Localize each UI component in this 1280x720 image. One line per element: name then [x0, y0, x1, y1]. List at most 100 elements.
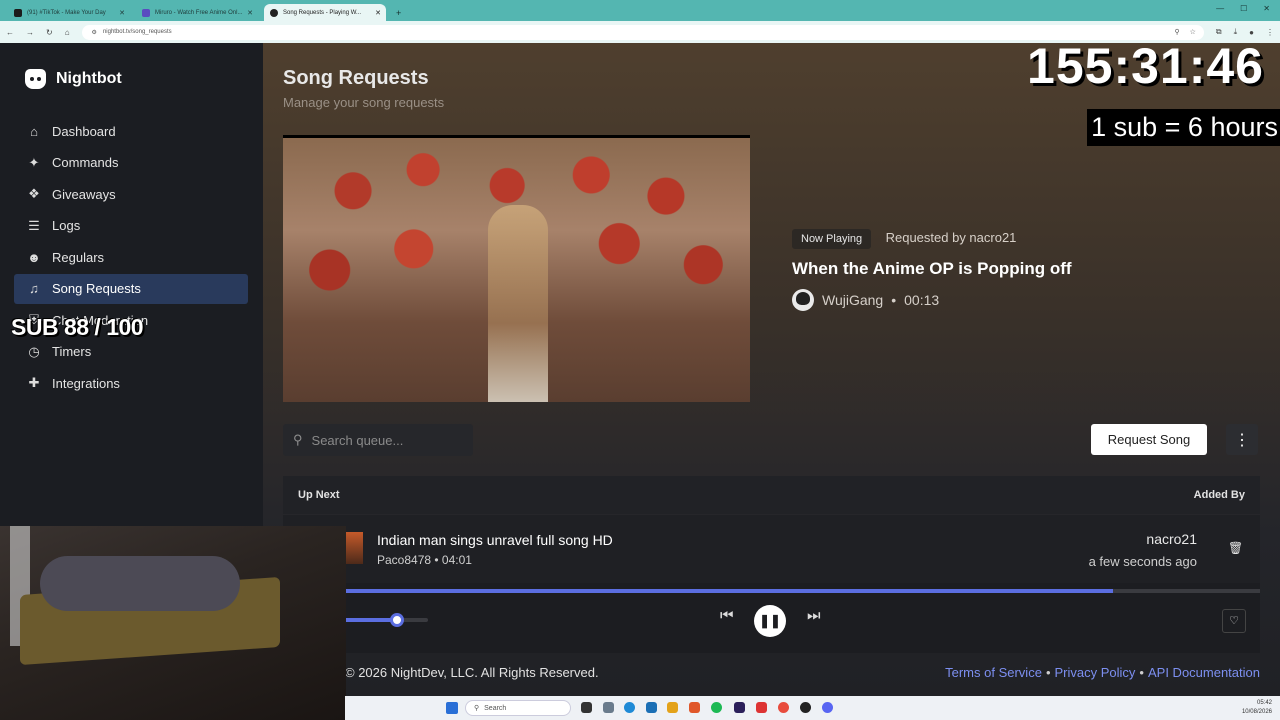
playback-progress-bar[interactable]	[343, 589, 1260, 593]
extensions-icon[interactable]: ⧉	[1216, 27, 1222, 37]
close-tab-icon[interactable]: ✕	[247, 9, 253, 17]
added-by-header: Added By	[1193, 489, 1245, 501]
channel-avatar	[792, 289, 814, 311]
miruro-favicon-icon	[142, 8, 150, 17]
volume-handle[interactable]	[390, 613, 405, 627]
site-info-icon[interactable]: ⚙	[92, 29, 97, 36]
privacy-link[interactable]: Privacy Policy	[1055, 665, 1136, 680]
task-view-icon[interactable]	[581, 702, 592, 713]
gift-icon: ❖	[28, 186, 40, 201]
pause-button[interactable]: ❚❚	[754, 605, 786, 637]
page-title: Song Requests	[283, 67, 429, 89]
downloads-icon[interactable]: ⤓	[1234, 27, 1238, 37]
file-explorer-icon[interactable]	[667, 702, 678, 713]
spotify-icon[interactable]	[711, 702, 722, 713]
sidebar-item-integrations[interactable]: ✚ Integrations	[14, 368, 248, 398]
maximize-icon[interactable]: ☐	[1240, 4, 1247, 13]
profile-icon[interactable]: ●	[1249, 28, 1254, 37]
bookmark-star-icon[interactable]: ☆	[1190, 28, 1196, 36]
chrome-icon[interactable]	[778, 702, 789, 713]
users-icon: ☻	[27, 249, 41, 265]
sidebar-item-label: Timers	[52, 344, 92, 359]
sidebar-item-label: Commands	[52, 155, 119, 170]
queue-search: ⚲	[283, 424, 473, 456]
main-content: Song Requests Manage your song requests …	[263, 38, 1280, 696]
clock-time: 05:42	[1256, 700, 1272, 706]
browser-tab-song-requests[interactable]: Song Requests - Playing W... ✕	[264, 4, 386, 21]
sidebar-item-commands[interactable]: ✦ Commands	[14, 148, 248, 178]
zoom-icon[interactable]: ⚲	[1174, 28, 1179, 36]
page-subtitle: Manage your song requests	[283, 95, 445, 110]
sidebar-item-label: Logs	[52, 218, 81, 233]
browser-tab-tiktok[interactable]: (91) #TikTok - Make Your Day ✕	[8, 4, 130, 21]
next-track-icon[interactable]: ⏭	[807, 607, 821, 624]
link-separator: •	[1045, 665, 1051, 680]
taskbar-clock: 05:42 10/08/2026	[1242, 699, 1272, 717]
video-player[interactable]	[283, 135, 750, 402]
sidebar-item-regulars[interactable]: ☻ Regulars	[14, 242, 248, 272]
url-text: nightbot.tv/song_requests	[102, 29, 172, 35]
forward-icon[interactable]: →	[26, 28, 34, 37]
previous-track-icon[interactable]: ⏮	[720, 607, 734, 624]
reload-icon[interactable]: ↻	[46, 28, 53, 37]
windows-start-icon[interactable]	[446, 702, 458, 714]
home-browser-icon[interactable]: ⌂	[65, 28, 70, 37]
search-input[interactable]	[311, 432, 462, 448]
close-tab-icon[interactable]: ✕	[119, 9, 125, 17]
song-meta: Paco8478 • 04:01	[377, 553, 472, 567]
heart-icon[interactable]: ♡	[1222, 609, 1246, 633]
minimize-icon[interactable]: —	[1216, 4, 1224, 13]
app-icon[interactable]	[756, 702, 767, 713]
store-icon[interactable]	[646, 702, 657, 713]
channel-name[interactable]: WujiGang	[822, 292, 883, 308]
terms-link[interactable]: Terms of Service	[945, 665, 1042, 680]
more-options-icon[interactable]: ⋮	[1226, 424, 1258, 455]
list-icon: ☰	[28, 217, 40, 233]
new-tab-icon[interactable]: +	[396, 8, 401, 18]
sidebar-item-logs[interactable]: ☰ Logs	[14, 211, 248, 241]
sidebar-item-label: Song Requests	[52, 281, 141, 296]
sidebar-item-song-requests[interactable]: ♫ Song Requests	[14, 273, 248, 304]
queue-header: Up Next Added By	[283, 476, 1260, 514]
playback-progress-fill	[343, 589, 1114, 593]
requested-by: Requested by nacro21	[885, 230, 1017, 245]
sidebar-item-giveaways[interactable]: ❖ Giveaways	[14, 179, 248, 209]
brave-icon[interactable]	[689, 702, 700, 713]
browser-menu-icon[interactable]: ⋮	[1266, 28, 1274, 37]
sidebar-item-label: Regulars	[52, 249, 105, 265]
edge-icon[interactable]	[624, 702, 635, 713]
request-song-button[interactable]: Request Song	[1091, 424, 1207, 455]
brand[interactable]: Nightbot	[25, 69, 122, 89]
close-window-icon[interactable]: ✕	[1263, 4, 1270, 13]
brand-name: Nightbot	[56, 70, 122, 87]
discord-icon[interactable]	[822, 702, 833, 713]
settings-icon[interactable]	[603, 702, 614, 713]
volume-fill	[343, 618, 398, 622]
taskbar-search-label: Search	[484, 704, 507, 712]
close-tab-icon[interactable]: ✕	[375, 9, 381, 17]
link-separator: •	[1139, 665, 1144, 680]
sidebar-item-label: Giveaways	[52, 186, 116, 202]
song-title: Indian man sings unravel full song HD	[377, 532, 613, 548]
wand-icon: ✦	[28, 154, 40, 170]
sub-goal-overlay: SUB 88 / 100	[11, 314, 144, 340]
premiere-icon[interactable]	[734, 702, 745, 713]
sub-rate-overlay: 1 sub = 6 hours	[1087, 109, 1280, 146]
sidebar-item-timers[interactable]: ◷ Timers	[14, 337, 248, 367]
webcam-overlay	[0, 526, 346, 720]
search-icon: ⚲	[474, 705, 480, 712]
player-controls: ⏮ ❚❚ ⏭ ♡	[283, 583, 1260, 653]
puzzle-icon: ✚	[28, 375, 40, 390]
now-playing-duration: 00:13	[904, 292, 940, 308]
api-docs-link[interactable]: API Documentation	[1148, 665, 1260, 680]
back-icon[interactable]: ←	[6, 28, 14, 37]
taskbar-search[interactable]: ⚲ Search	[465, 700, 571, 716]
sidebar-item-dashboard[interactable]: ⌂ Dashboard	[14, 116, 248, 146]
obs-icon[interactable]	[800, 702, 811, 713]
table-row[interactable]: Indian man sings unravel full song HD Pa…	[283, 515, 1260, 583]
browser-tab-miruro[interactable]: Miruro - Watch Free Anime Onl... ✕	[136, 4, 258, 21]
now-playing-badge: Now Playing	[792, 229, 872, 249]
volume-slider[interactable]	[343, 613, 428, 627]
os-taskbar: ⚲ Search 05:42 10/08/2026	[345, 696, 1280, 720]
delete-trash-icon[interactable]: 🗑	[1228, 541, 1243, 555]
